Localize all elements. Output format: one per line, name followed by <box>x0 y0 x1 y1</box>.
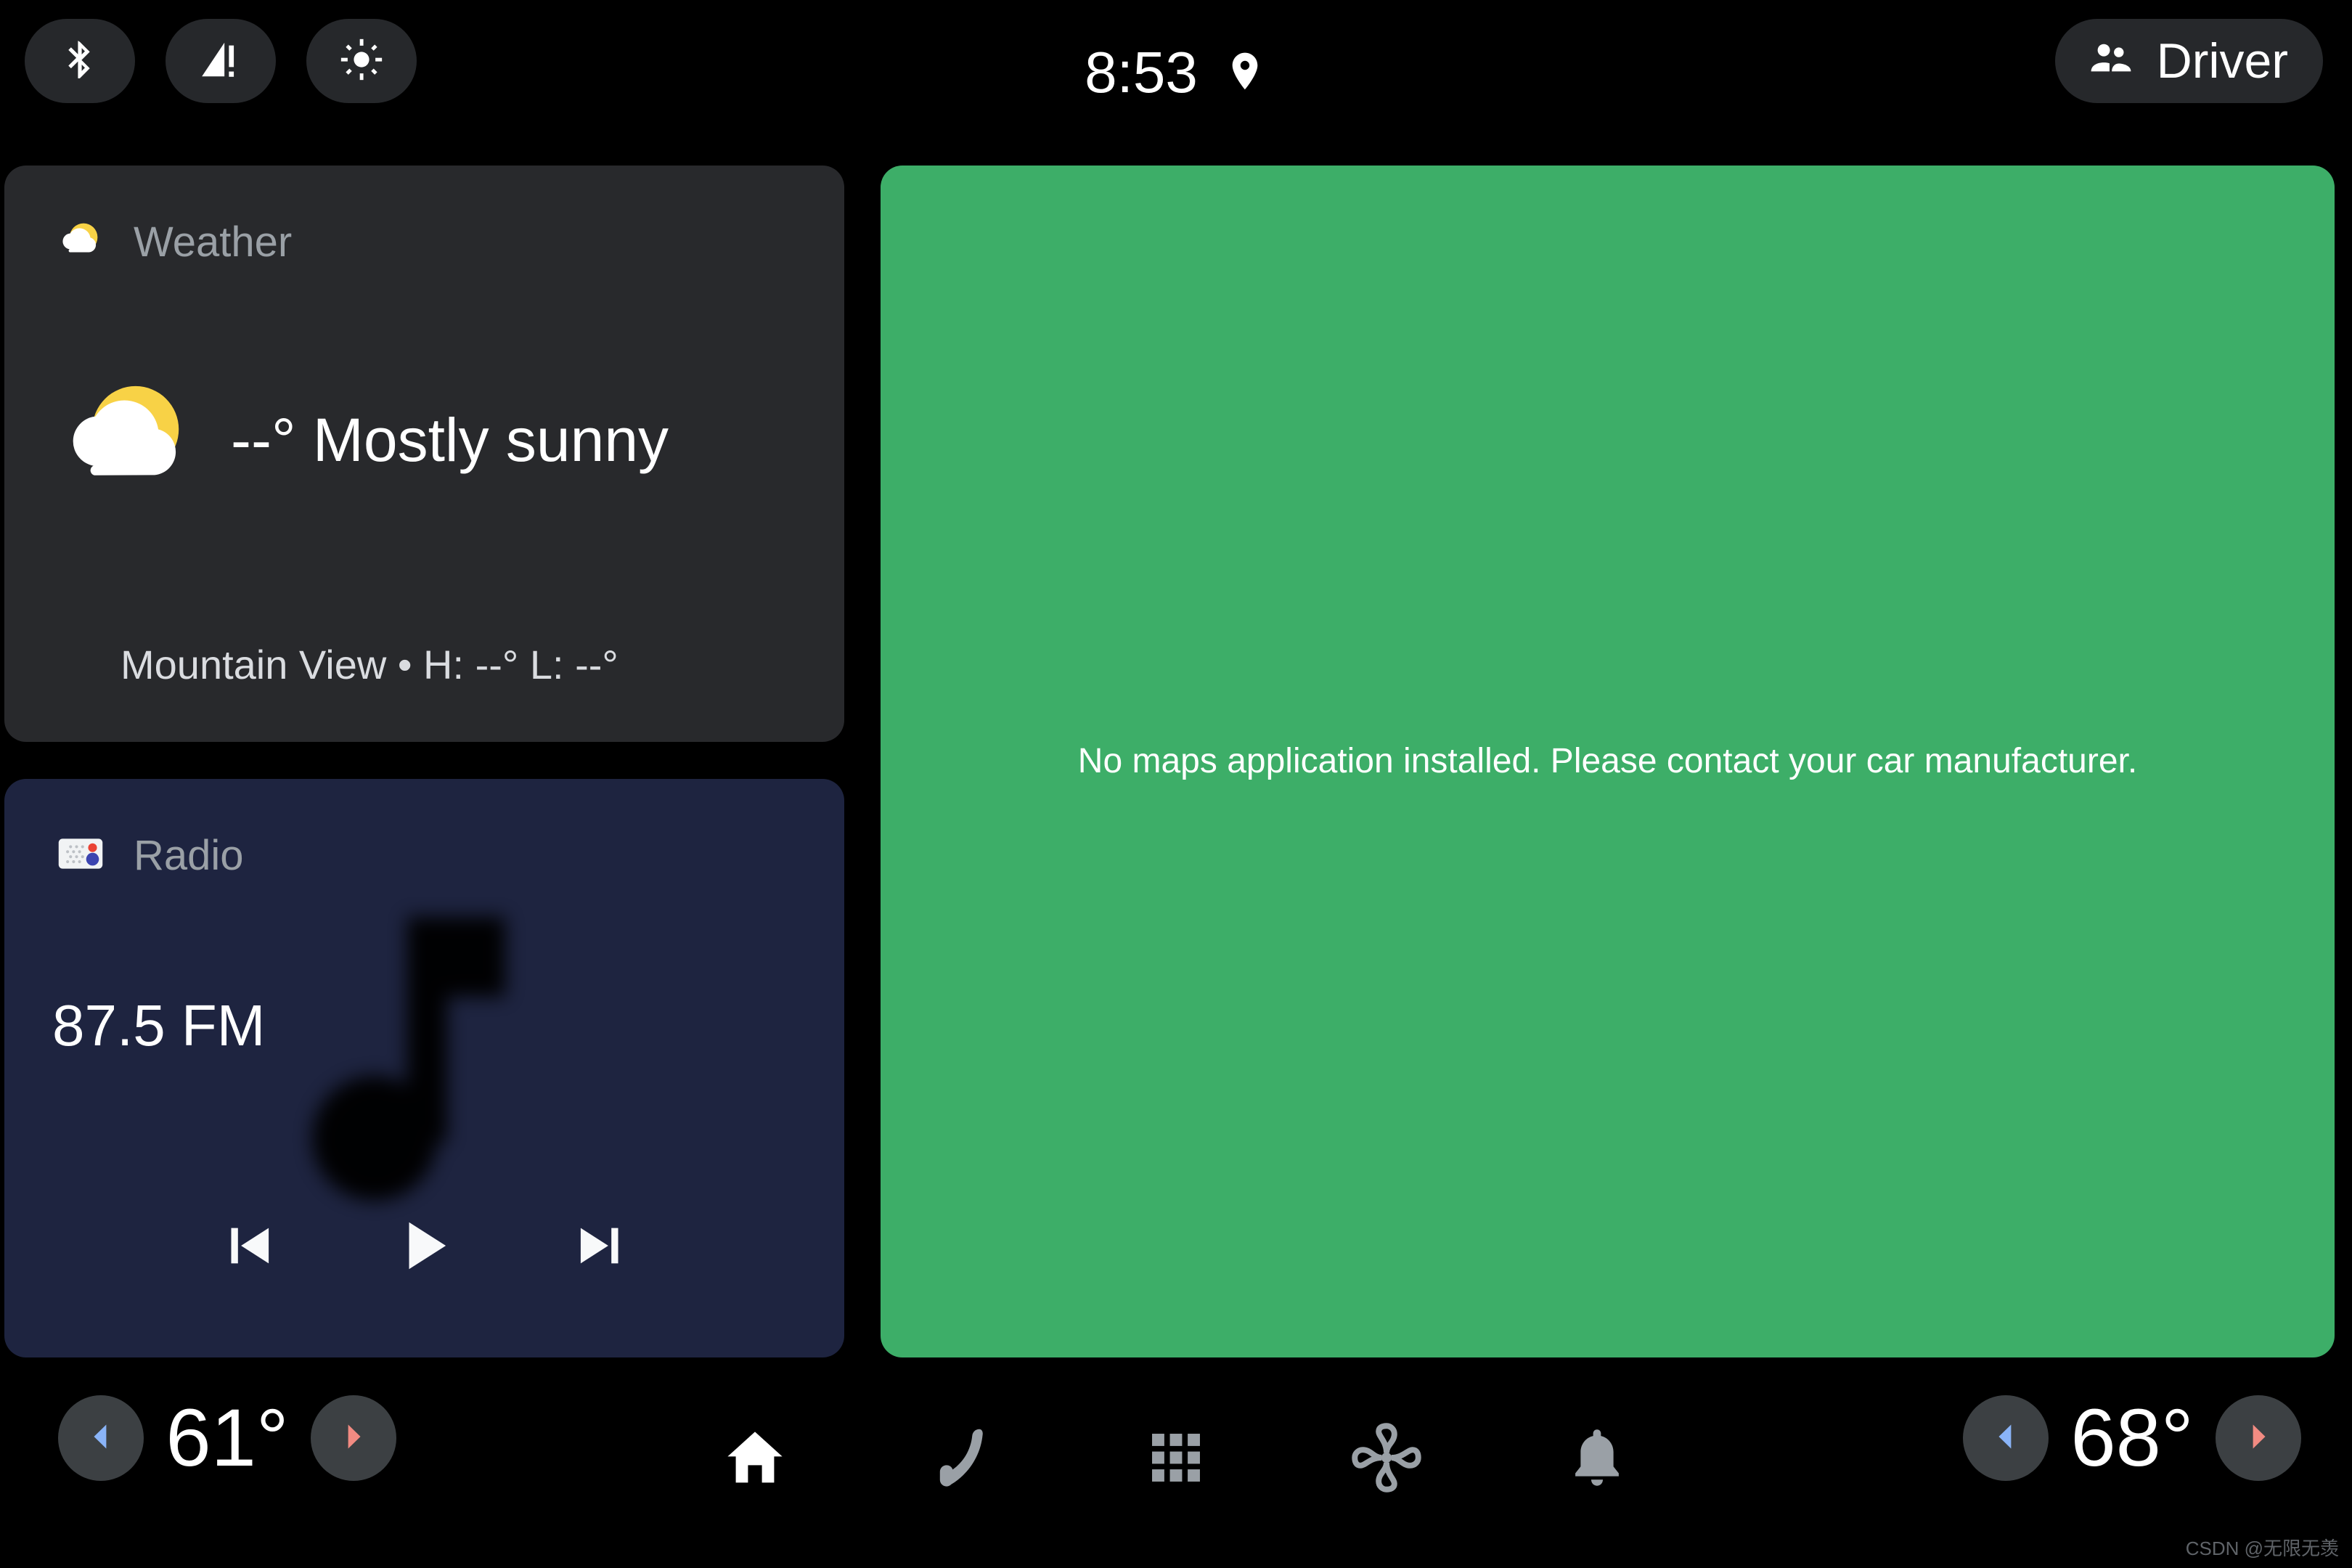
chevron-left-icon <box>1987 1418 2025 1459</box>
radio-card[interactable]: Radio 87.5 FM <box>4 779 844 1357</box>
map-panel[interactable]: No maps application installed. Please co… <box>881 166 2335 1357</box>
bluetooth-icon <box>57 37 102 86</box>
play-button[interactable] <box>338 1193 512 1302</box>
driver-temp-decrease-button[interactable] <box>58 1395 144 1481</box>
grid-apps-icon <box>1143 1424 1209 1495</box>
play-icon <box>391 1212 458 1283</box>
radio-card-header: Radio <box>57 830 244 881</box>
radio-frequency: 87.5 FM <box>52 993 266 1058</box>
radio-media-controls <box>4 1193 844 1302</box>
nav-home[interactable] <box>650 1394 860 1524</box>
fan-icon <box>1350 1421 1423 1498</box>
weather-condition-text: --° Mostly sunny <box>231 405 669 474</box>
chevron-right-icon <box>2239 1418 2277 1459</box>
passenger-temp-decrease-button[interactable] <box>1963 1395 2049 1481</box>
phone-icon <box>931 1423 1000 1496</box>
chevron-left-icon <box>82 1418 120 1459</box>
cellular-signal-toggle[interactable] <box>166 19 276 103</box>
clock: 8:53 <box>1085 40 1198 105</box>
nav-climate[interactable] <box>1281 1394 1492 1524</box>
skip-next-icon <box>568 1214 630 1281</box>
nav-notifications[interactable] <box>1492 1394 1702 1524</box>
cellular-alert-icon <box>198 37 243 86</box>
bell-icon <box>1564 1424 1630 1495</box>
weather-card[interactable]: Weather --° Mostly sunny Mountain View •… <box>4 166 844 742</box>
brightness-icon <box>339 37 384 86</box>
status-bar-quick-toggles <box>25 19 417 103</box>
skip-previous-icon <box>219 1214 282 1281</box>
passenger-temp-increase-button[interactable] <box>2216 1395 2301 1481</box>
map-empty-message: No maps application installed. Please co… <box>1077 742 2138 780</box>
car-home-screen: 8:53 Driver Weather --° Mostly sunny Mou… <box>0 0 2352 1568</box>
bottom-navigation-bar: 61° 68° CSDN @无限无羡 <box>0 1357 2352 1568</box>
passenger-temperature-value: 68° <box>2070 1392 2194 1483</box>
weather-location-highlow: Mountain View • H: --° L: --° <box>121 642 618 687</box>
driver-profile-button[interactable]: Driver <box>2054 19 2323 103</box>
driver-profile-label: Driver <box>2156 33 2288 89</box>
partly-sunny-icon <box>57 216 105 268</box>
skip-previous-button[interactable] <box>163 1193 338 1302</box>
people-icon <box>2086 34 2136 89</box>
driver-temperature-value: 61° <box>166 1392 289 1483</box>
widget-column: Weather --° Mostly sunny Mountain View •… <box>4 166 844 1357</box>
radio-app-icon <box>57 830 105 881</box>
nav-apps[interactable] <box>1071 1394 1281 1524</box>
chevron-right-icon <box>335 1418 372 1459</box>
weather-card-header: Weather <box>57 216 292 268</box>
status-bar: 8:53 Driver <box>0 0 2352 145</box>
album-art-music-note-icon <box>295 902 542 1207</box>
driver-temperature-control: 61° <box>58 1395 396 1481</box>
nav-phone[interactable] <box>860 1394 1071 1524</box>
home-main-area: Weather --° Mostly sunny Mountain View •… <box>0 166 2352 1357</box>
driver-temp-increase-button[interactable] <box>311 1395 396 1481</box>
bluetooth-toggle[interactable] <box>25 19 135 103</box>
radio-card-title: Radio <box>134 831 244 879</box>
skip-next-button[interactable] <box>512 1193 686 1302</box>
brightness-toggle[interactable] <box>306 19 417 103</box>
watermark: CSDN @无限无羡 <box>2185 1538 2339 1559</box>
partly-sunny-icon <box>61 376 199 503</box>
passenger-temperature-control: 68° <box>1963 1395 2301 1481</box>
weather-current: --° Mostly sunny <box>61 376 669 503</box>
location-pin-icon <box>1222 49 1267 97</box>
weather-card-title: Weather <box>134 218 293 266</box>
home-icon <box>720 1423 790 1496</box>
